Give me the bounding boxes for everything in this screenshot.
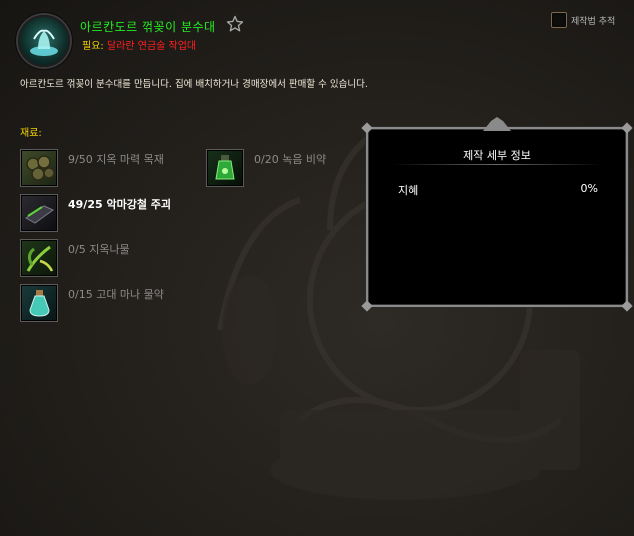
panel-divider (392, 164, 602, 165)
panel-corner-ornament (621, 122, 633, 134)
favorite-star-icon[interactable] (226, 15, 244, 33)
potion-icon[interactable] (21, 285, 57, 321)
panel-crest-ornament (483, 117, 511, 131)
track-recipe-label: 제작법 추적 (571, 16, 616, 27)
reagent-label: 49/25 악마강철 주괴 (68, 198, 172, 211)
reagent-label: 0/5 지옥나물 (68, 243, 130, 256)
reagent-item[interactable]: 0/15 고대 마나 물약 (21, 285, 173, 321)
recipe-title: 아르칸도르 꺾꽂이 분수대 (80, 20, 216, 34)
stat-name: 지혜 (398, 184, 419, 197)
requirement-line: 필요: 달라란 연금술 작업대 (82, 37, 196, 52)
requirement-value: 달라란 연금술 작업대 (106, 41, 197, 52)
reagent-label: 0/15 고대 마나 물약 (68, 288, 164, 301)
reagent-label: 9/50 지옥 마력 목재 (68, 153, 164, 166)
green-elixir-icon[interactable] (207, 150, 243, 186)
herb-icon[interactable] (21, 240, 57, 276)
track-recipe-toggle[interactable]: 제작법 추적 (551, 12, 615, 28)
reagent-label: 0/20 녹음 비약 (254, 153, 327, 166)
ingot-icon[interactable] (21, 195, 57, 231)
panel-title: 제작 세부 정보 (463, 149, 531, 162)
recipe-description: 아르칸도르 꺾꽂이 분수대를 만듭니다. 집에 배치하거나 경매장에서 판매할 … (20, 79, 368, 90)
panel-corner-ornament (621, 300, 633, 312)
reagent-item[interactable]: 0/20 녹음 비약 (207, 150, 359, 186)
logs-icon[interactable] (21, 150, 57, 186)
panel-corner-ornament (361, 122, 373, 134)
track-recipe-checkbox[interactable] (551, 12, 567, 28)
reagent-item[interactable]: 9/50 지옥 마력 목재 (21, 150, 173, 186)
stat-value: 0% (580, 182, 598, 195)
crafting-details-panel: 제작 세부 정보 지혜 0% (361, 117, 633, 312)
panel-corner-ornament (361, 300, 373, 312)
reagent-item[interactable]: 0/5 지옥나물 (21, 240, 173, 276)
reagents-heading: 재료: (20, 128, 42, 139)
reagent-item[interactable]: 49/25 악마강철 주괴 (21, 195, 173, 231)
recipe-fountain-icon (18, 15, 70, 67)
requirement-label: 필요: (82, 41, 104, 52)
